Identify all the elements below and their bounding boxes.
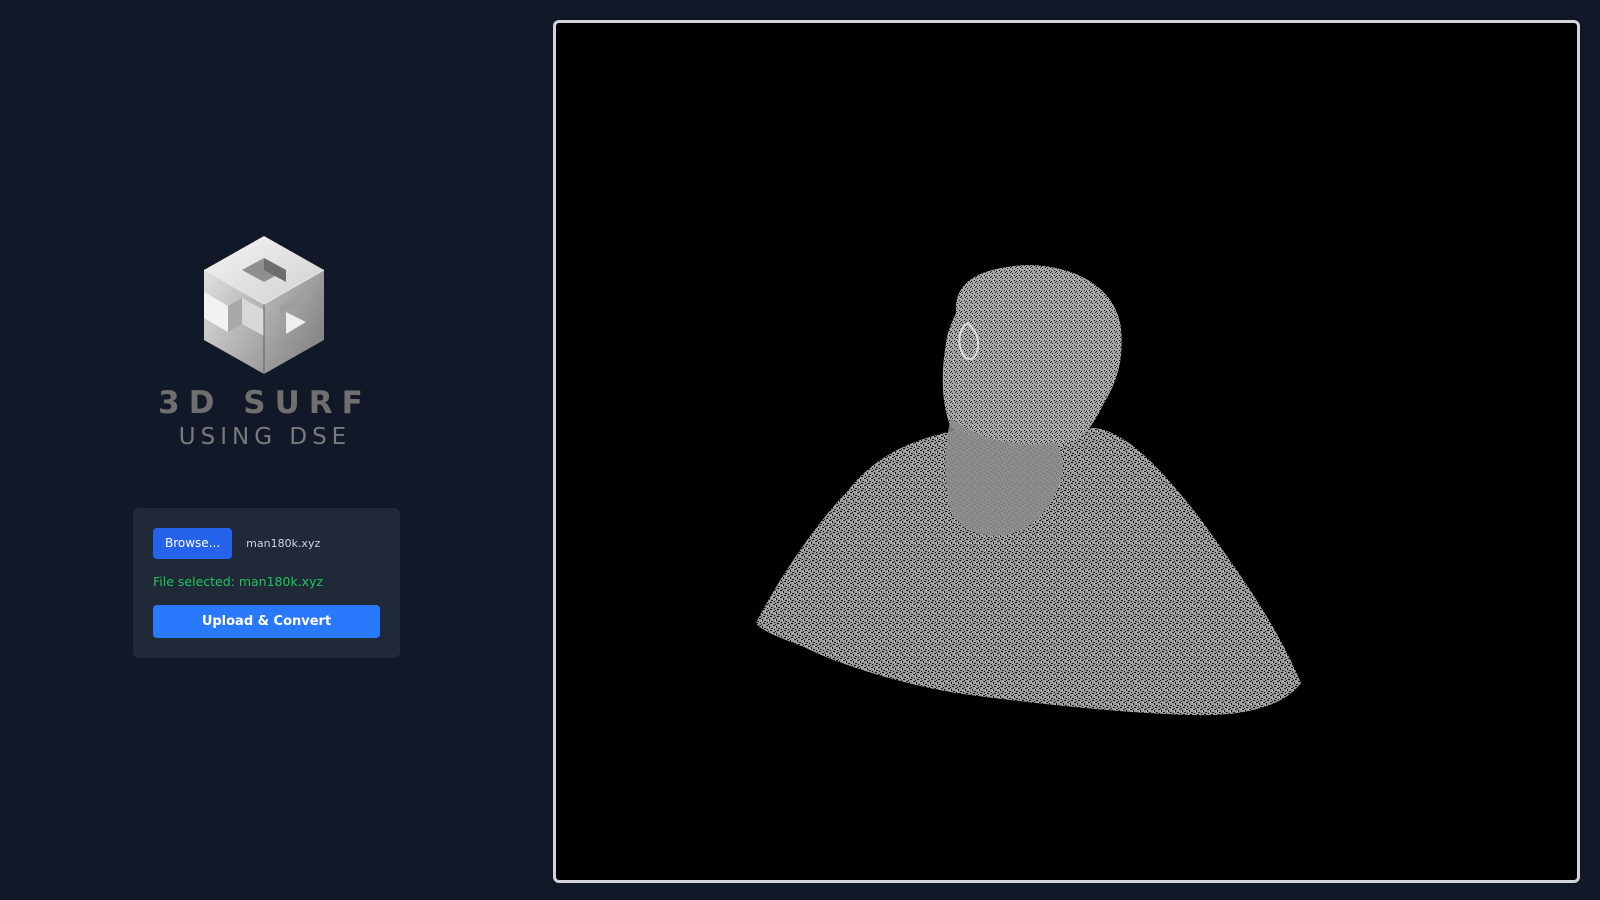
- app-root: 3D SURF USING DSE Browse... man180k.xyz …: [0, 0, 1600, 900]
- cube-logo-icon: [202, 236, 326, 376]
- sidebar-panel: 3D SURF USING DSE Browse... man180k.xyz …: [0, 0, 553, 900]
- file-status-text: File selected: man180k.xyz: [153, 574, 324, 589]
- point-cloud-bust: [756, 265, 1301, 716]
- 3d-viewer-canvas[interactable]: [553, 20, 1580, 883]
- logo-title: 3D SURF: [158, 385, 372, 421]
- logo-subtitle: USING DSE: [178, 424, 352, 450]
- browse-button[interactable]: Browse...: [153, 527, 233, 559]
- logo: 3D SURF USING DSE: [150, 236, 380, 456]
- file-picker: Browse... man180k.xyz: [153, 527, 321, 559]
- upload-convert-button[interactable]: Upload & Convert: [153, 605, 380, 638]
- upload-card: Browse... man180k.xyz File selected: man…: [133, 508, 400, 658]
- selected-file-name: man180k.xyz: [246, 536, 321, 550]
